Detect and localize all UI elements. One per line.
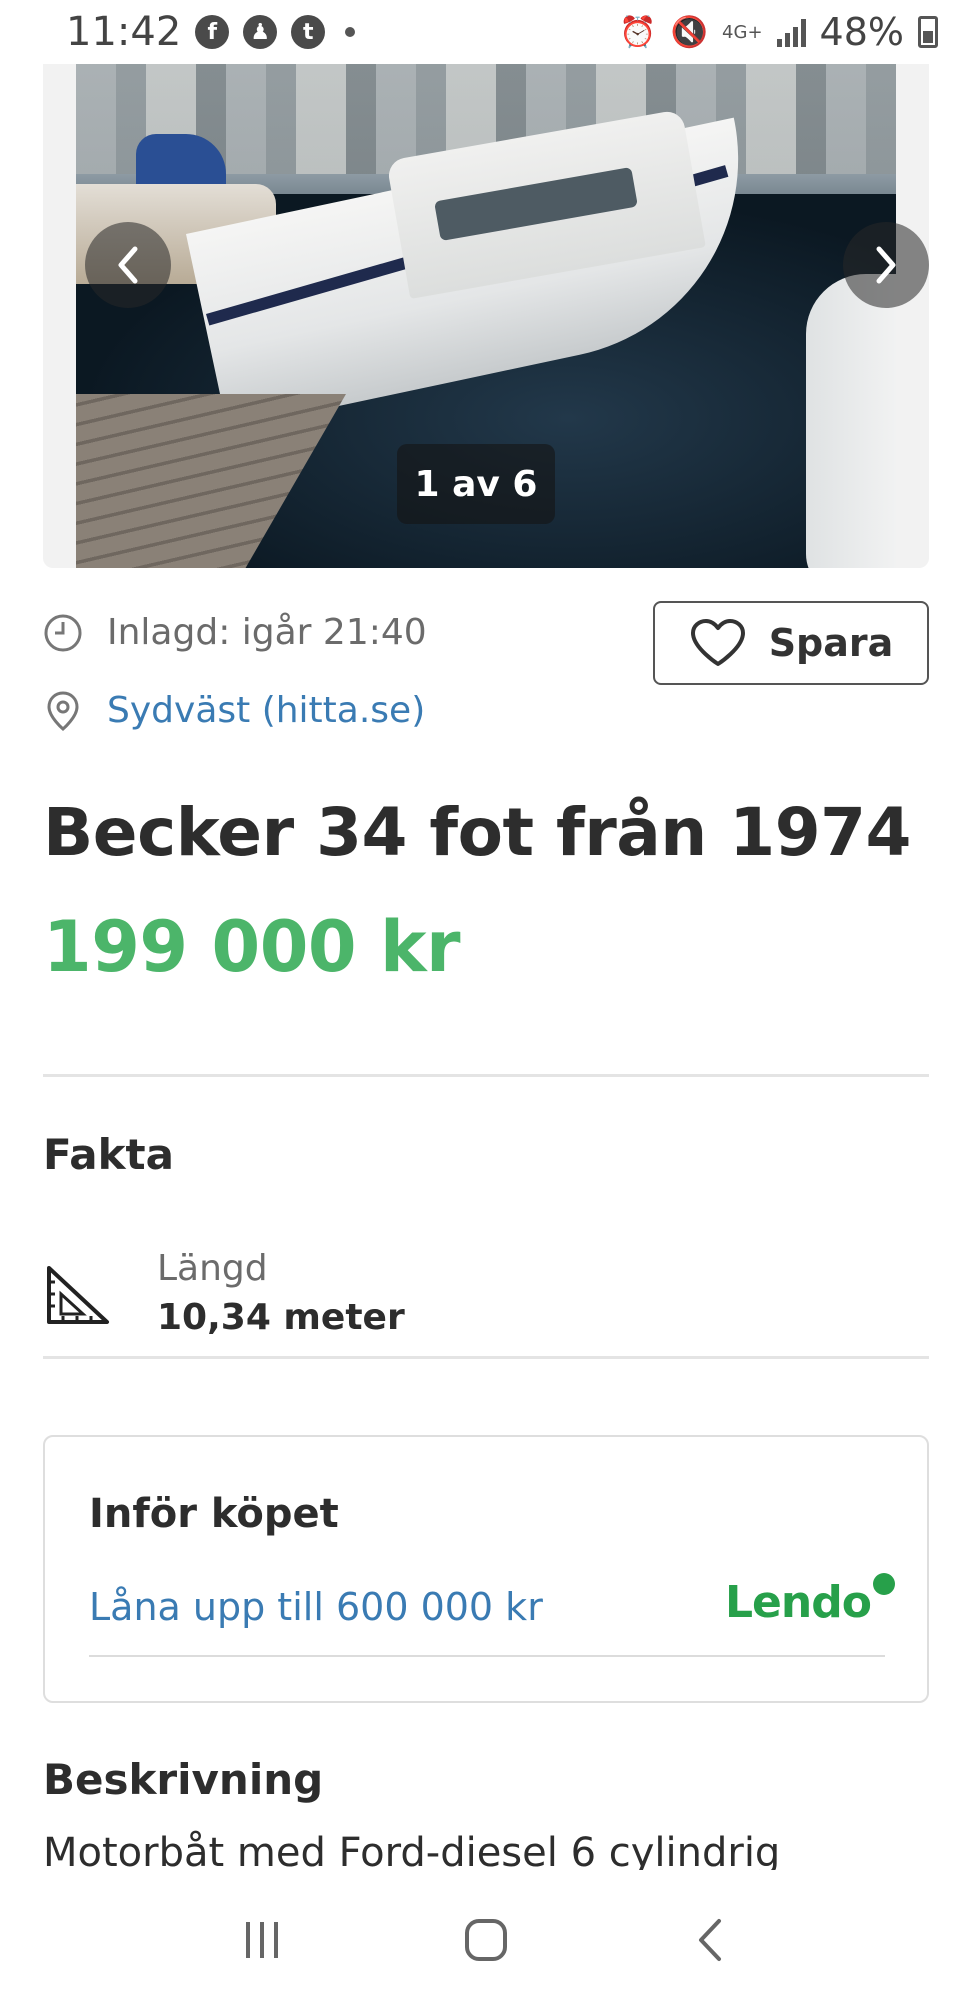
image-gallery[interactable]: 1 av 6 bbox=[43, 64, 929, 568]
lendo-brand: Lendo bbox=[725, 1577, 872, 1628]
status-bar: 11:42 f ♟ t ⏰ 🔇 4G+ 48% bbox=[0, 0, 972, 64]
fact-value: 10,34 meter bbox=[157, 1297, 405, 1338]
listing-price: 199 000 kr bbox=[43, 906, 461, 988]
gallery-next-button[interactable] bbox=[843, 222, 929, 308]
chevron-right-icon bbox=[876, 246, 896, 284]
lendo-logo[interactable]: Lendo bbox=[725, 1573, 895, 1628]
loan-heading: Inför köpet bbox=[89, 1491, 339, 1537]
posted-text: Inlagd: igår 21:40 bbox=[107, 612, 427, 653]
location-row[interactable]: Sydväst (hitta.se) bbox=[43, 690, 425, 731]
gallery-prev-button[interactable] bbox=[85, 222, 171, 308]
status-time: 11:42 bbox=[66, 9, 182, 55]
more-notifications-icon bbox=[345, 27, 356, 37]
battery-icon bbox=[918, 16, 938, 48]
save-button[interactable]: Spara bbox=[653, 601, 929, 685]
description-text: Motorbåt med Ford-diesel 6 cylindrig bbox=[43, 1830, 781, 1870]
facebook-icon: f bbox=[195, 15, 230, 49]
chevron-left-icon bbox=[118, 246, 138, 284]
fact-item-length: Längd 10,34 meter bbox=[43, 1248, 405, 1338]
location-link[interactable]: Sydväst (hitta.se) bbox=[107, 690, 425, 731]
location-pin-icon bbox=[43, 690, 83, 731]
back-button[interactable] bbox=[670, 1900, 750, 1980]
notification-icon: ♟ bbox=[243, 15, 278, 49]
fact-label: Längd bbox=[157, 1248, 268, 1289]
status-right: ⏰ 🔇 4G+ 48% bbox=[619, 10, 938, 54]
system-nav-bar bbox=[0, 1880, 972, 2000]
description-heading: Beskrivning bbox=[43, 1755, 324, 1804]
back-icon bbox=[699, 1919, 721, 1961]
loan-link[interactable]: Låna upp till 600 000 kr bbox=[89, 1585, 543, 1629]
status-left: 11:42 f ♟ t bbox=[66, 9, 356, 55]
posted-row: Inlagd: igår 21:40 bbox=[43, 612, 427, 653]
battery-percent: 48% bbox=[819, 10, 904, 54]
divider bbox=[43, 1074, 929, 1077]
image-counter: 1 av 6 bbox=[397, 444, 555, 524]
clock-icon bbox=[43, 613, 83, 653]
lendo-badge-icon bbox=[872, 1573, 895, 1595]
loan-card: Inför köpet Låna upp till 600 000 kr Len… bbox=[43, 1435, 929, 1703]
home-button[interactable] bbox=[446, 1900, 526, 1980]
fact-text: Längd 10,34 meter bbox=[157, 1248, 405, 1338]
network-type: 4G+ bbox=[722, 21, 763, 43]
recent-apps-icon bbox=[246, 1922, 278, 1958]
tumblr-icon: t bbox=[291, 15, 326, 49]
facts-heading: Fakta bbox=[43, 1130, 174, 1179]
heart-icon bbox=[690, 619, 745, 666]
recent-apps-button[interactable] bbox=[222, 1900, 302, 1980]
signal-icon bbox=[776, 17, 806, 47]
home-icon bbox=[465, 1919, 507, 1961]
listing-title: Becker 34 fot från 1974 bbox=[43, 794, 911, 871]
alarm-icon: ⏰ bbox=[619, 14, 657, 50]
loan-divider bbox=[89, 1655, 885, 1657]
mute-icon: 🔇 bbox=[670, 14, 709, 50]
divider bbox=[43, 1356, 929, 1359]
save-label: Spara bbox=[768, 621, 894, 665]
set-square-icon bbox=[47, 1266, 109, 1324]
